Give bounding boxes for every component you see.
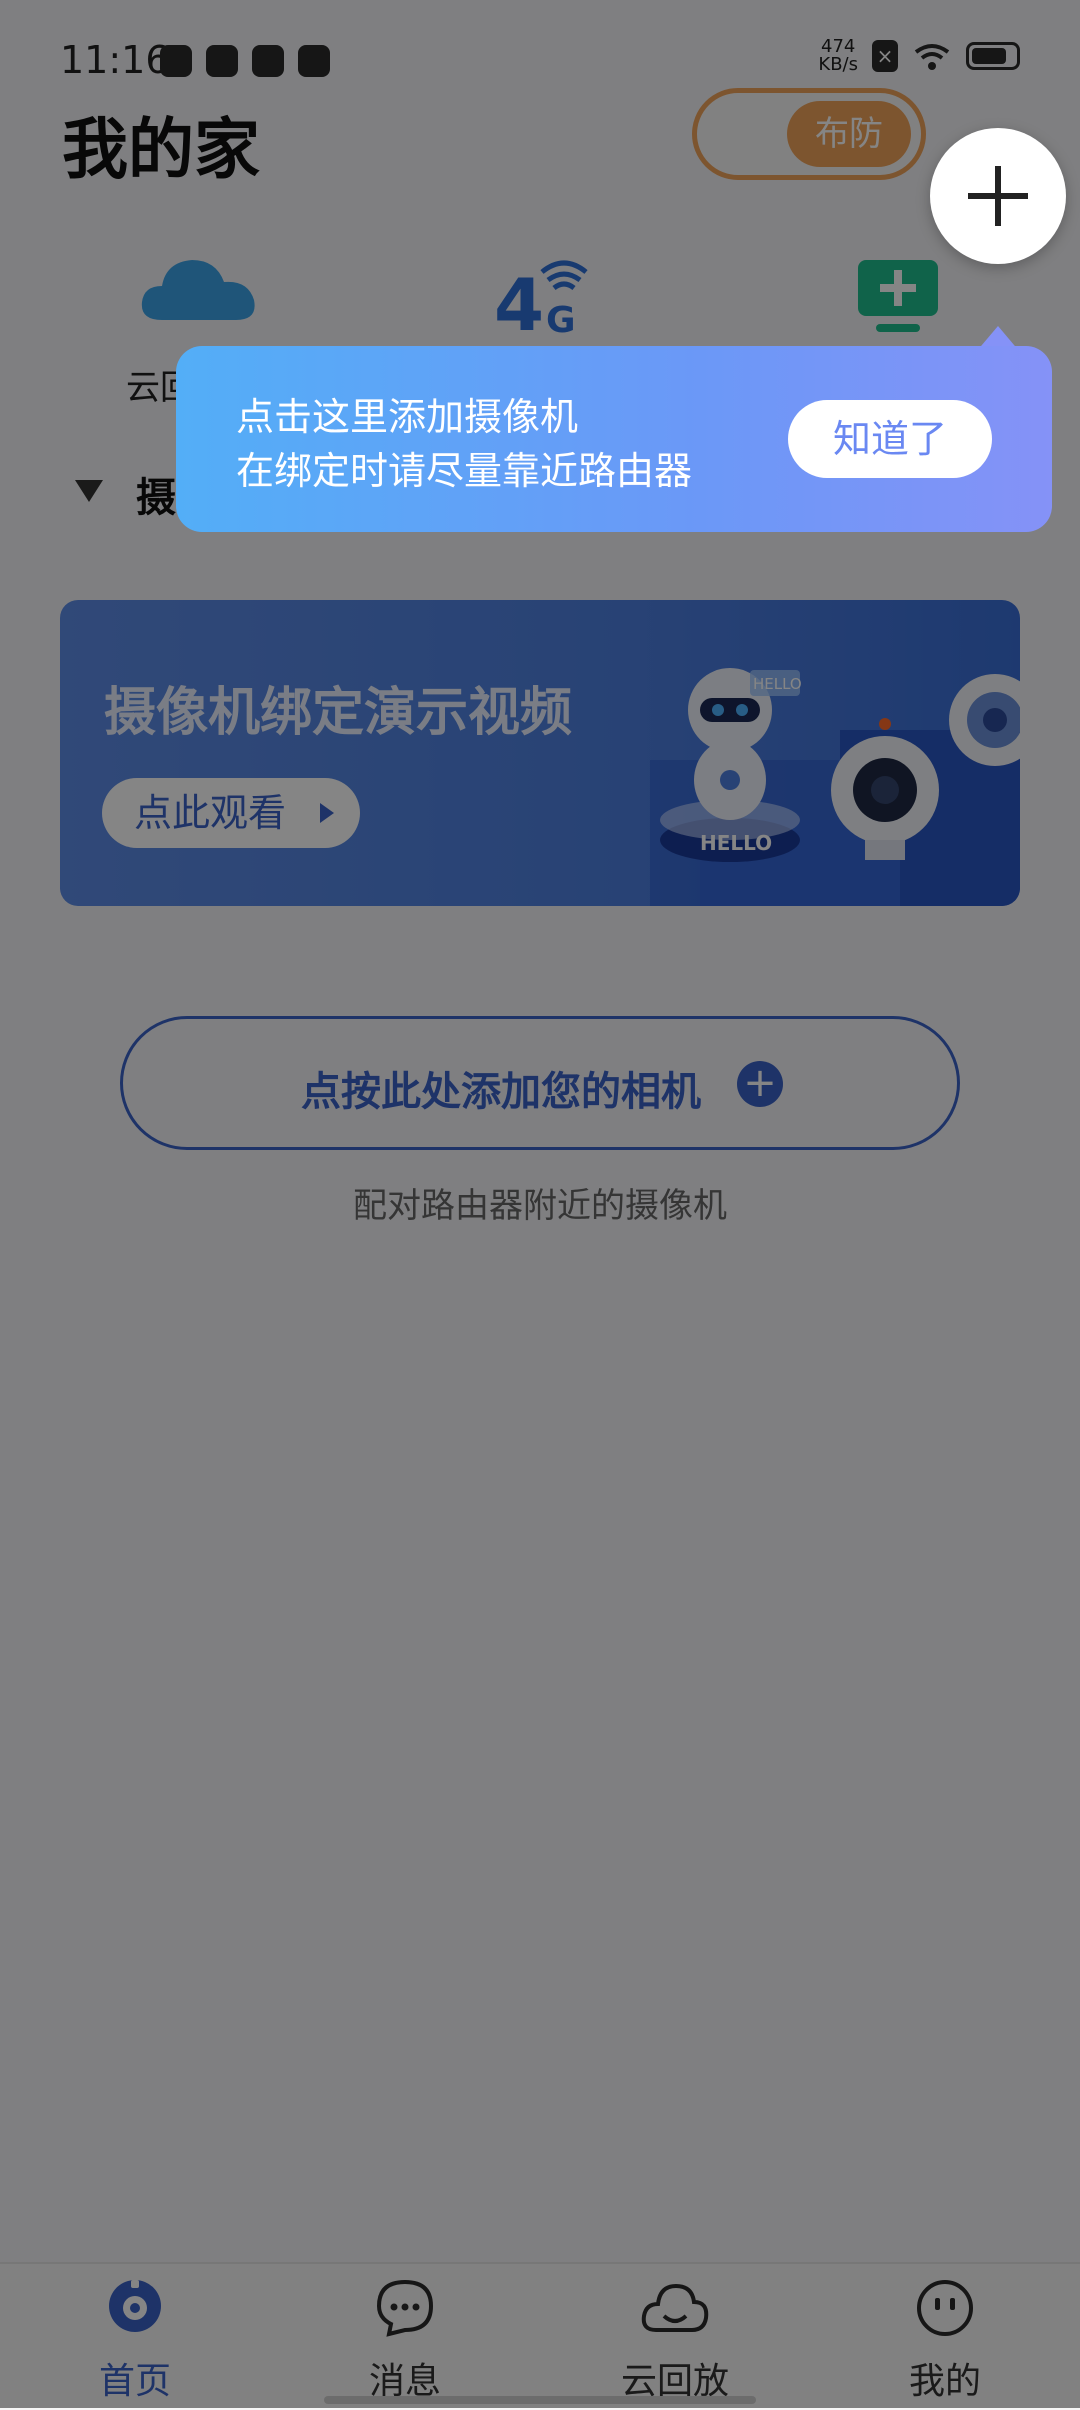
guide-tooltip: 点击这里添加摄像机 在绑定时请尽量靠近路由器 知道了 [176,346,1052,532]
plus-icon [968,166,1028,226]
got-it-button[interactable]: 知道了 [788,400,992,478]
add-device-button[interactable] [930,128,1066,264]
tooltip-line-2: 在绑定时请尽量靠近路由器 [236,449,693,493]
tooltip-line-1: 点击这里添加摄像机 [236,395,579,439]
